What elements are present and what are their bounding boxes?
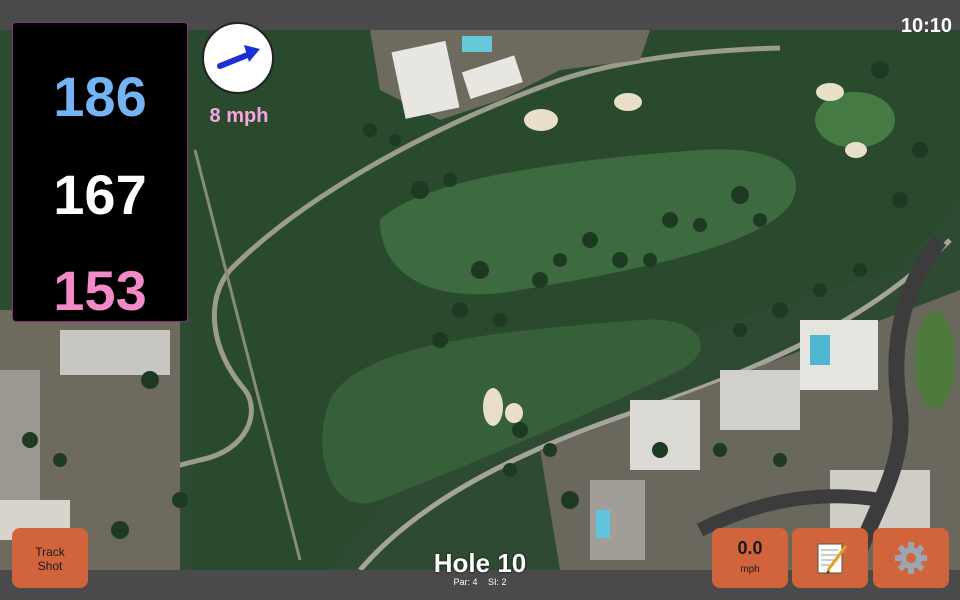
distance-front: 153 (53, 259, 147, 322)
wind-direction-indicator (202, 22, 274, 94)
wind-speed-label: 8 mph (209, 105, 269, 127)
settings-button[interactable] (873, 528, 949, 588)
notes-button[interactable] (792, 528, 868, 588)
distance-panel: 186 167 153 (12, 22, 188, 322)
wind-speed-value: 0.0 (737, 538, 763, 558)
hole-info: Par: 4 SI: 2 (380, 577, 580, 588)
hole-stroke-index: SI: 2 (488, 577, 507, 587)
gear-icon (895, 542, 927, 574)
track-shot-button[interactable]: Track Shot (12, 528, 88, 588)
hole-par: Par: 4 (453, 577, 478, 587)
notepad-icon (817, 543, 848, 574)
distance-back: 186 (53, 65, 147, 128)
wind-arrow-icon (217, 45, 260, 69)
hole-title: Hole 10 (433, 548, 527, 578)
track-shot-label: Track Shot (35, 545, 65, 573)
wind-speed-button[interactable]: 0.0 mph (712, 528, 788, 588)
wind-speed-unit: mph (740, 564, 760, 575)
distance-middle: 167 (53, 163, 147, 226)
clock: 10:10 (900, 15, 952, 37)
